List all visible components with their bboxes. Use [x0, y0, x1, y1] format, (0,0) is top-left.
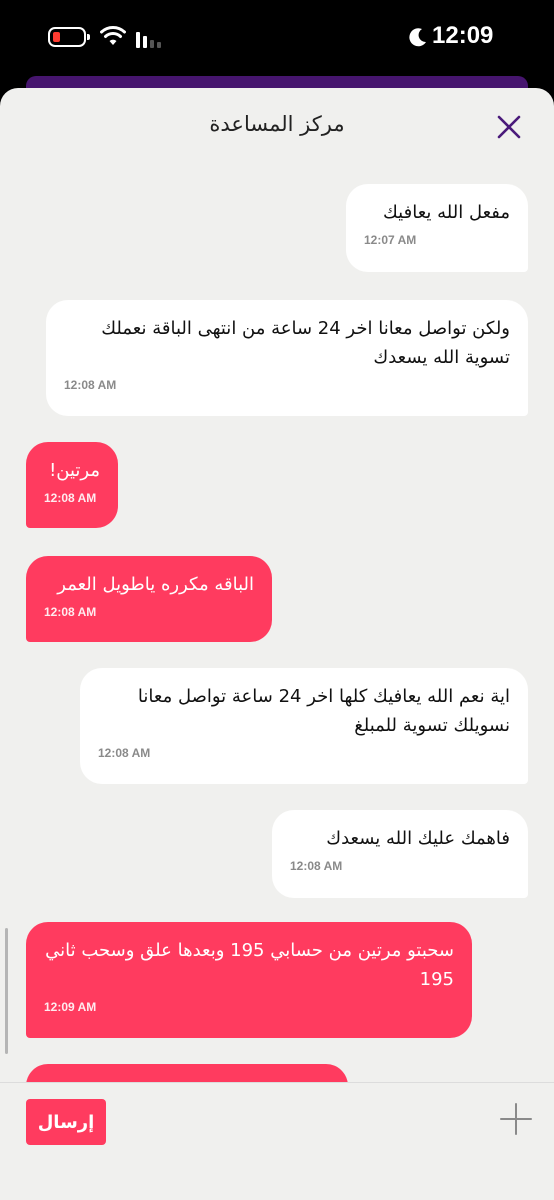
send-button[interactable]: إرسال — [26, 1099, 106, 1145]
status-bar: 12:09 — [0, 0, 554, 76]
message-text: فاهمك عليك الله يسعدك — [326, 828, 510, 849]
plus-icon[interactable] — [498, 1101, 534, 1137]
message-bubble-user: سحبتو مرتين من حسابي 195 وبعدها علق وسحب… — [26, 922, 472, 1038]
message-time: 12:08 AM — [44, 605, 97, 619]
message-time: 12:07 AM — [364, 233, 417, 247]
help-center-sheet: مركز المساعدة مفعل الله يعافيك 12:07 AM … — [0, 88, 554, 1200]
sheet-header: مركز المساعدة — [0, 88, 554, 164]
message-time: 12:08 AM — [64, 378, 117, 392]
screen: 12:09 مركز المساعدة مفعل الله يعافيك 12:… — [0, 0, 554, 1200]
wifi-icon — [100, 26, 126, 45]
cellular-signal-icon — [136, 30, 161, 48]
page-title: مركز المساعدة — [209, 112, 345, 136]
message-composer: إرسال — [0, 1082, 554, 1200]
message-time: 12:08 AM — [290, 859, 343, 873]
message-bubble-user: الباقه مكرره ياطويل العمر 12:08 AM — [26, 556, 272, 642]
message-time: 12:08 AM — [44, 491, 97, 505]
status-time: 12:09 — [432, 22, 494, 49]
message-text: مفعل الله يعافيك — [383, 202, 510, 223]
message-text: مرتين! — [49, 460, 100, 481]
message-time: 12:09 AM — [44, 1000, 97, 1014]
message-bubble-user-partial — [26, 1064, 348, 1084]
message-bubble-user: مرتين! 12:08 AM — [26, 442, 118, 528]
message-bubble-agent: ولكن تواصل معانا اخر 24 ساعة من انتهى ال… — [46, 300, 528, 416]
moon-icon — [409, 28, 426, 47]
scrollbar[interactable] — [5, 928, 8, 1054]
close-icon[interactable] — [494, 112, 524, 142]
message-text: اية نعم الله يعافيك كلها اخر 24 ساعة توا… — [137, 686, 510, 736]
message-text: سحبتو مرتين من حسابي 195 وبعدها علق وسحب… — [45, 940, 454, 990]
message-bubble-agent: اية نعم الله يعافيك كلها اخر 24 ساعة توا… — [80, 668, 528, 784]
chat-messages[interactable]: مفعل الله يعافيك 12:07 AM ولكن تواصل معا… — [0, 164, 554, 1084]
message-text: الباقه مكرره ياطويل العمر — [57, 574, 254, 595]
message-time: 12:08 AM — [98, 746, 151, 760]
message-text: ولكن تواصل معانا اخر 24 ساعة من انتهى ال… — [101, 318, 510, 368]
message-bubble-agent: فاهمك عليك الله يسعدك 12:08 AM — [272, 810, 528, 898]
message-bubble-agent: مفعل الله يعافيك 12:07 AM — [346, 184, 528, 272]
battery-low-icon — [48, 27, 90, 47]
